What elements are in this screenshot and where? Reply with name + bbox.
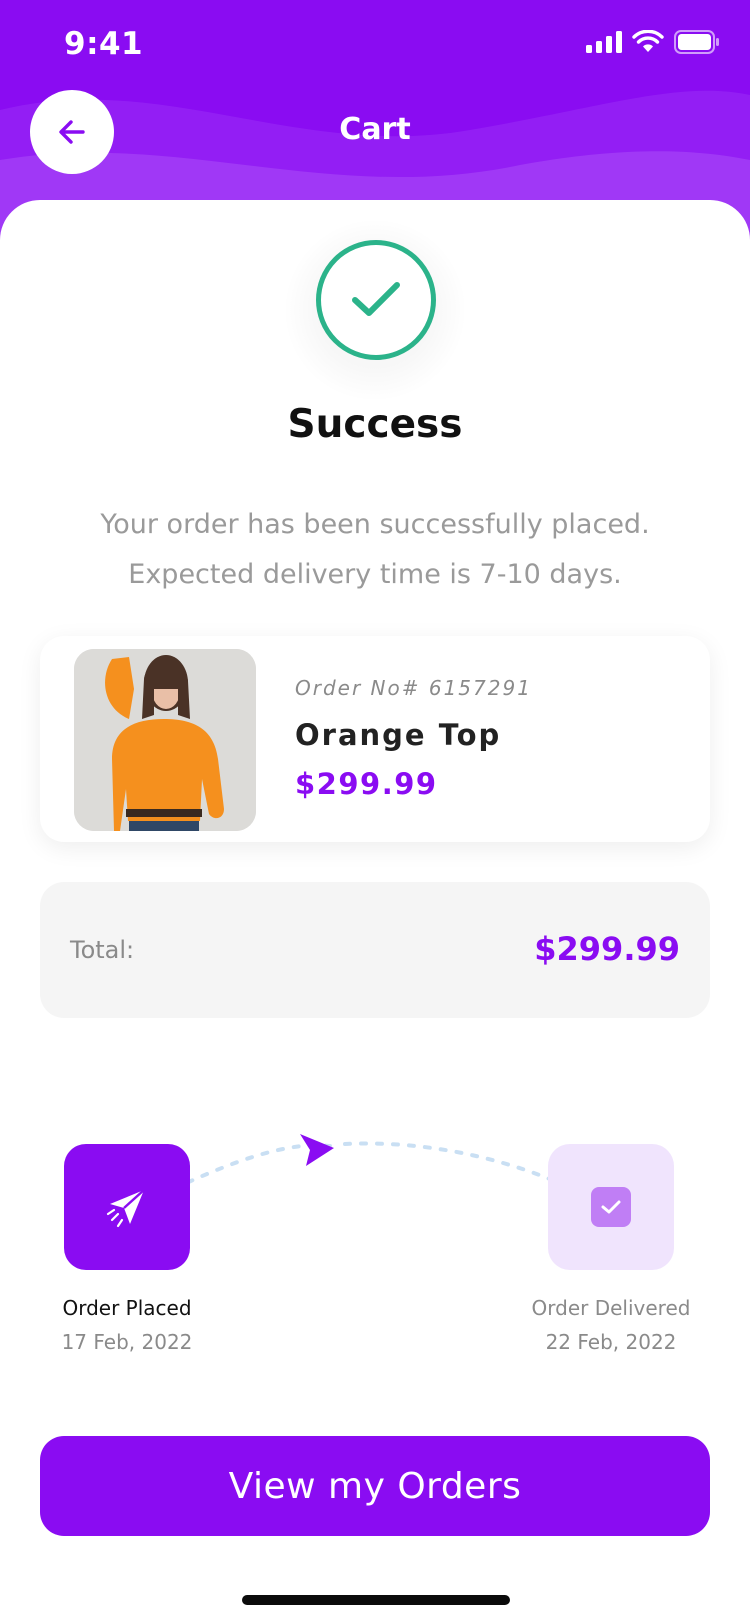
product-image xyxy=(74,649,256,831)
status-icons xyxy=(586,30,720,54)
order-delivered-date: 22 Feb, 2022 xyxy=(545,1330,677,1354)
product-price: $299.99 xyxy=(295,767,438,801)
wifi-icon xyxy=(632,30,664,52)
progress-arrow-icon xyxy=(300,1134,334,1166)
order-placed-step xyxy=(64,1144,190,1270)
cellular-signal-icon xyxy=(586,31,622,53)
success-title: Success xyxy=(287,402,463,447)
success-badge xyxy=(316,240,436,360)
order-placed-date: 17 Feb, 2022 xyxy=(61,1330,193,1354)
success-message: Your order has been successfully placed.… xyxy=(60,500,690,600)
status-time: 9:41 xyxy=(64,26,144,62)
product-name: Orange Top xyxy=(295,718,502,752)
success-screen: 9:41 Cart Success Your order has been su… xyxy=(0,0,750,1624)
paper-plane-icon xyxy=(106,1189,145,1228)
total-label: Total: xyxy=(70,936,135,964)
delivered-check-box xyxy=(591,1187,631,1227)
home-indicator xyxy=(242,1595,510,1605)
order-item-card[interactable]: Order No# 6157291 Orange Top $299.99 xyxy=(40,636,710,842)
check-icon xyxy=(601,1200,621,1214)
total-summary: Total: $299.99 xyxy=(40,882,710,1018)
order-delivered-step xyxy=(548,1144,674,1270)
checkmark-icon xyxy=(352,282,400,316)
order-delivered-label: Order Delivered xyxy=(531,1296,691,1320)
total-value: $299.99 xyxy=(534,930,680,968)
success-message-line-1: Your order has been successfully placed. xyxy=(100,509,650,540)
view-my-orders-button[interactable]: View my Orders xyxy=(40,1436,710,1536)
order-number: Order No# 6157291 xyxy=(295,676,532,700)
battery-icon xyxy=(674,30,719,54)
page-title: Cart xyxy=(339,112,411,147)
product-photo-illustration xyxy=(74,649,256,831)
success-message-line-2: Expected delivery time is 7-10 days. xyxy=(128,559,622,590)
order-placed-label: Order Placed xyxy=(62,1296,192,1320)
